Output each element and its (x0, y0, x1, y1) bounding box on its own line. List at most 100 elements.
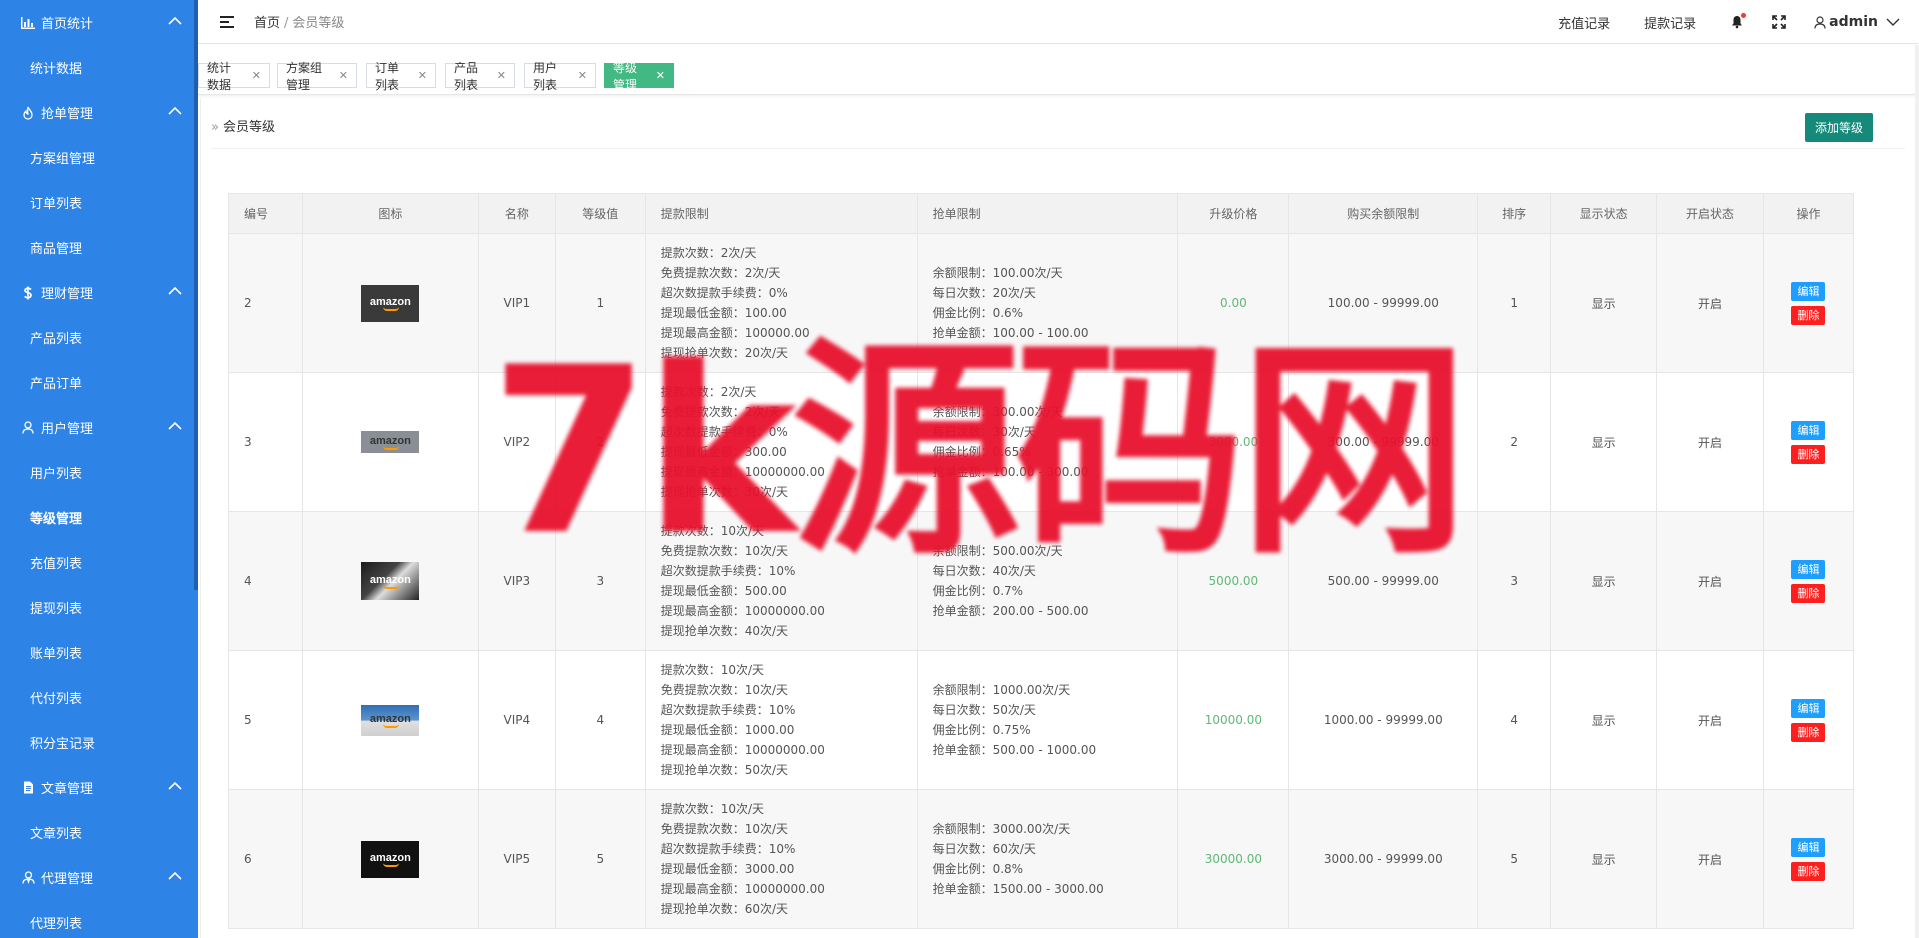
chevron-up-icon[interactable] (168, 104, 184, 120)
cell-icon: amazon (301, 511, 479, 651)
cell-actions: 编辑 删除 (1762, 650, 1855, 790)
chevron-up-icon[interactable] (168, 869, 184, 885)
grab-limit-line: 余额限制：500.00次/天 (932, 544, 1063, 558)
cell-name: VIP5 (477, 789, 556, 929)
recharge-records-link[interactable]: 充值记录 (1558, 13, 1610, 32)
tabs-bar: 统计数据 ✕ 方案组管理 ✕ 订单列表 ✕ 产品列表 ✕ 用户列表 ✕ 等级管理 ✕ (198, 45, 1919, 95)
delete-button[interactable]: 删除 (1791, 861, 1826, 881)
sidebar-group-5[interactable]: 代理管理 (0, 855, 198, 900)
cell-grab-limits: 余额限制：300.00次/天 每日次数：30次/天 佣金比例：0.65% 抢单金额：1… (916, 372, 1179, 512)
bell-icon[interactable] (1730, 13, 1747, 29)
sidebar-item[interactable]: 等级管理 (0, 495, 198, 540)
chevron-up-icon[interactable] (168, 419, 184, 435)
cell-sort: 3 (1477, 511, 1552, 651)
sidebar-item[interactable]: 商品管理 (0, 225, 198, 270)
withdraw-limit-line: 提款次数：2次/天 (660, 385, 757, 399)
user-menu[interactable]: admin (1814, 14, 1903, 30)
cell-display-status: 显示 (1550, 233, 1658, 373)
close-icon[interactable]: ✕ (418, 69, 427, 82)
sidebar-item[interactable]: 充值列表 (0, 540, 198, 585)
grab-limit-line: 抢单金额：200.00 - 500.00 (932, 604, 1089, 618)
withdraw-limit-line: 超次数提款手续费：10% (660, 842, 796, 856)
sidebar-item[interactable]: 统计数据 (0, 45, 198, 90)
grab-limit-line: 佣金比例：0.6% (932, 306, 1024, 320)
chevron-up-icon[interactable] (168, 284, 184, 300)
tab-2[interactable]: 订单列表 ✕ (366, 61, 436, 92)
edit-button[interactable]: 编辑 (1791, 837, 1826, 857)
tab-1[interactable]: 方案组管理 ✕ (277, 61, 357, 92)
sidebar-item[interactable]: 订单列表 (0, 180, 198, 225)
dollar-icon (19, 286, 37, 300)
withdraw-limit-line: 提款次数：10次/天 (660, 524, 765, 538)
withdraw-limit-line: 提现最低金额：100.00 (660, 306, 787, 320)
sidebar-group-0[interactable]: 首页统计 (0, 0, 198, 45)
add-level-button[interactable]: 添加等级 (1805, 113, 1873, 142)
column-header: 显示状态 (1550, 193, 1658, 234)
cell-actions: 编辑 删除 (1762, 233, 1855, 373)
logo-wordmark: amazon (369, 434, 411, 447)
cell-upgrade-price: 30000.00 (1177, 789, 1290, 929)
header-actions: 充值记录 提款记录 admin (1558, 0, 1919, 44)
column-header: 图标 (301, 193, 479, 234)
close-icon[interactable]: ✕ (252, 69, 261, 82)
tab-3[interactable]: 产品列表 ✕ (445, 61, 515, 92)
action-buttons: 编辑 删除 (1764, 559, 1853, 603)
sidebar-item[interactable]: 账单列表 (0, 630, 198, 675)
close-icon[interactable]: ✕ (656, 69, 665, 82)
sidebar-item[interactable]: 产品订单 (0, 360, 198, 405)
cell-upgrade-price: 0.00 (1177, 233, 1290, 373)
delete-button[interactable]: 删除 (1791, 305, 1826, 325)
edit-button[interactable]: 编辑 (1791, 281, 1826, 301)
sidebar-group-3[interactable]: 用户管理 (0, 405, 198, 450)
close-icon[interactable]: ✕ (339, 69, 348, 82)
grab-limit-line: 抢单金额：500.00 - 1000.00 (932, 743, 1097, 757)
withdraw-limit-line: 免费提款次数：2次/天 (660, 266, 781, 280)
delete-button[interactable]: 删除 (1791, 583, 1826, 603)
withdraw-limit-line: 免费提款次数：10次/天 (660, 683, 789, 697)
sidebar-item[interactable]: 积分宝记录 (0, 720, 198, 765)
sidebar-item[interactable]: 产品列表 (0, 315, 198, 360)
sidebar-item[interactable]: 提现列表 (0, 585, 198, 630)
sidebar-item[interactable]: 代付列表 (0, 675, 198, 720)
withdraw-limit-line: 提现最低金额：1000.00 (660, 723, 795, 737)
sidebar-group-2[interactable]: 理财管理 (0, 270, 198, 315)
withdraw-limit-line: 提现最高金额：10000000.00 (660, 604, 825, 618)
withdraw-limit-line: 提现最高金额：100000.00 (660, 326, 810, 340)
cell-withdraw-limits: 提款次数：10次/天 免费提款次数：10次/天 超次数提款手续费：10% 提现最低金额… (644, 511, 918, 651)
chevron-up-icon[interactable] (168, 14, 184, 30)
page-scrollbar[interactable] (1915, 45, 1919, 938)
tab-0[interactable]: 统计数据 ✕ (198, 61, 270, 92)
grab-limit-line: 每日次数：30次/天 (932, 425, 1036, 439)
sidebar-group-1[interactable]: 抢单管理 (0, 90, 198, 135)
sidebar-item[interactable]: 文章列表 (0, 810, 198, 855)
delete-button[interactable]: 删除 (1791, 722, 1826, 742)
sidebar-item[interactable]: 方案组管理 (0, 135, 198, 180)
sidebar: 首页统计 统计数据 抢单管理 方案组管理 订单列表 商品管理 理财管理 产品列表 产品订单 用户管… (0, 0, 198, 938)
delete-button[interactable]: 删除 (1791, 444, 1826, 464)
tab-5[interactable]: 等级管理 ✕ (604, 61, 674, 92)
cell-id: 3 (228, 372, 303, 512)
sidebar-item[interactable]: 用户列表 (0, 450, 198, 495)
close-icon[interactable]: ✕ (578, 69, 587, 82)
document-icon (19, 781, 37, 794)
cell-name: VIP4 (477, 650, 556, 790)
cell-grab-limits: 余额限制：3000.00次/天 每日次数：60次/天 佣金比例：0.8% 抢单金额：1… (916, 789, 1179, 929)
menu-toggle-icon[interactable] (220, 15, 234, 29)
edit-button[interactable]: 编辑 (1791, 420, 1826, 440)
sidebar-item[interactable]: 代理列表 (0, 900, 198, 938)
withdraw-limit-line: 提现最高金额：10000000.00 (660, 882, 825, 896)
breadcrumb-home[interactable]: 首页 (254, 16, 280, 31)
grab-limit-line: 抢单金额：100.00 - 100.00 (932, 326, 1089, 340)
breadcrumb-separator: / (284, 16, 289, 31)
sidebar-group-4[interactable]: 文章管理 (0, 765, 198, 810)
tab-4[interactable]: 用户列表 ✕ (524, 61, 596, 92)
edit-button[interactable]: 编辑 (1791, 559, 1826, 579)
withdraw-records-link[interactable]: 提款记录 (1644, 13, 1696, 32)
cell-actions: 编辑 删除 (1762, 511, 1855, 651)
close-icon[interactable]: ✕ (497, 69, 506, 82)
chevron-up-icon[interactable] (168, 779, 184, 795)
table-row: 6 amazon VIP5 5 提款次数：10次/天 免费提款次数：10次/天 超次数提款手… (228, 789, 1855, 929)
amazon-logo-image: amazon (361, 840, 420, 878)
edit-button[interactable]: 编辑 (1791, 698, 1826, 718)
fullscreen-icon[interactable] (1772, 15, 1786, 29)
